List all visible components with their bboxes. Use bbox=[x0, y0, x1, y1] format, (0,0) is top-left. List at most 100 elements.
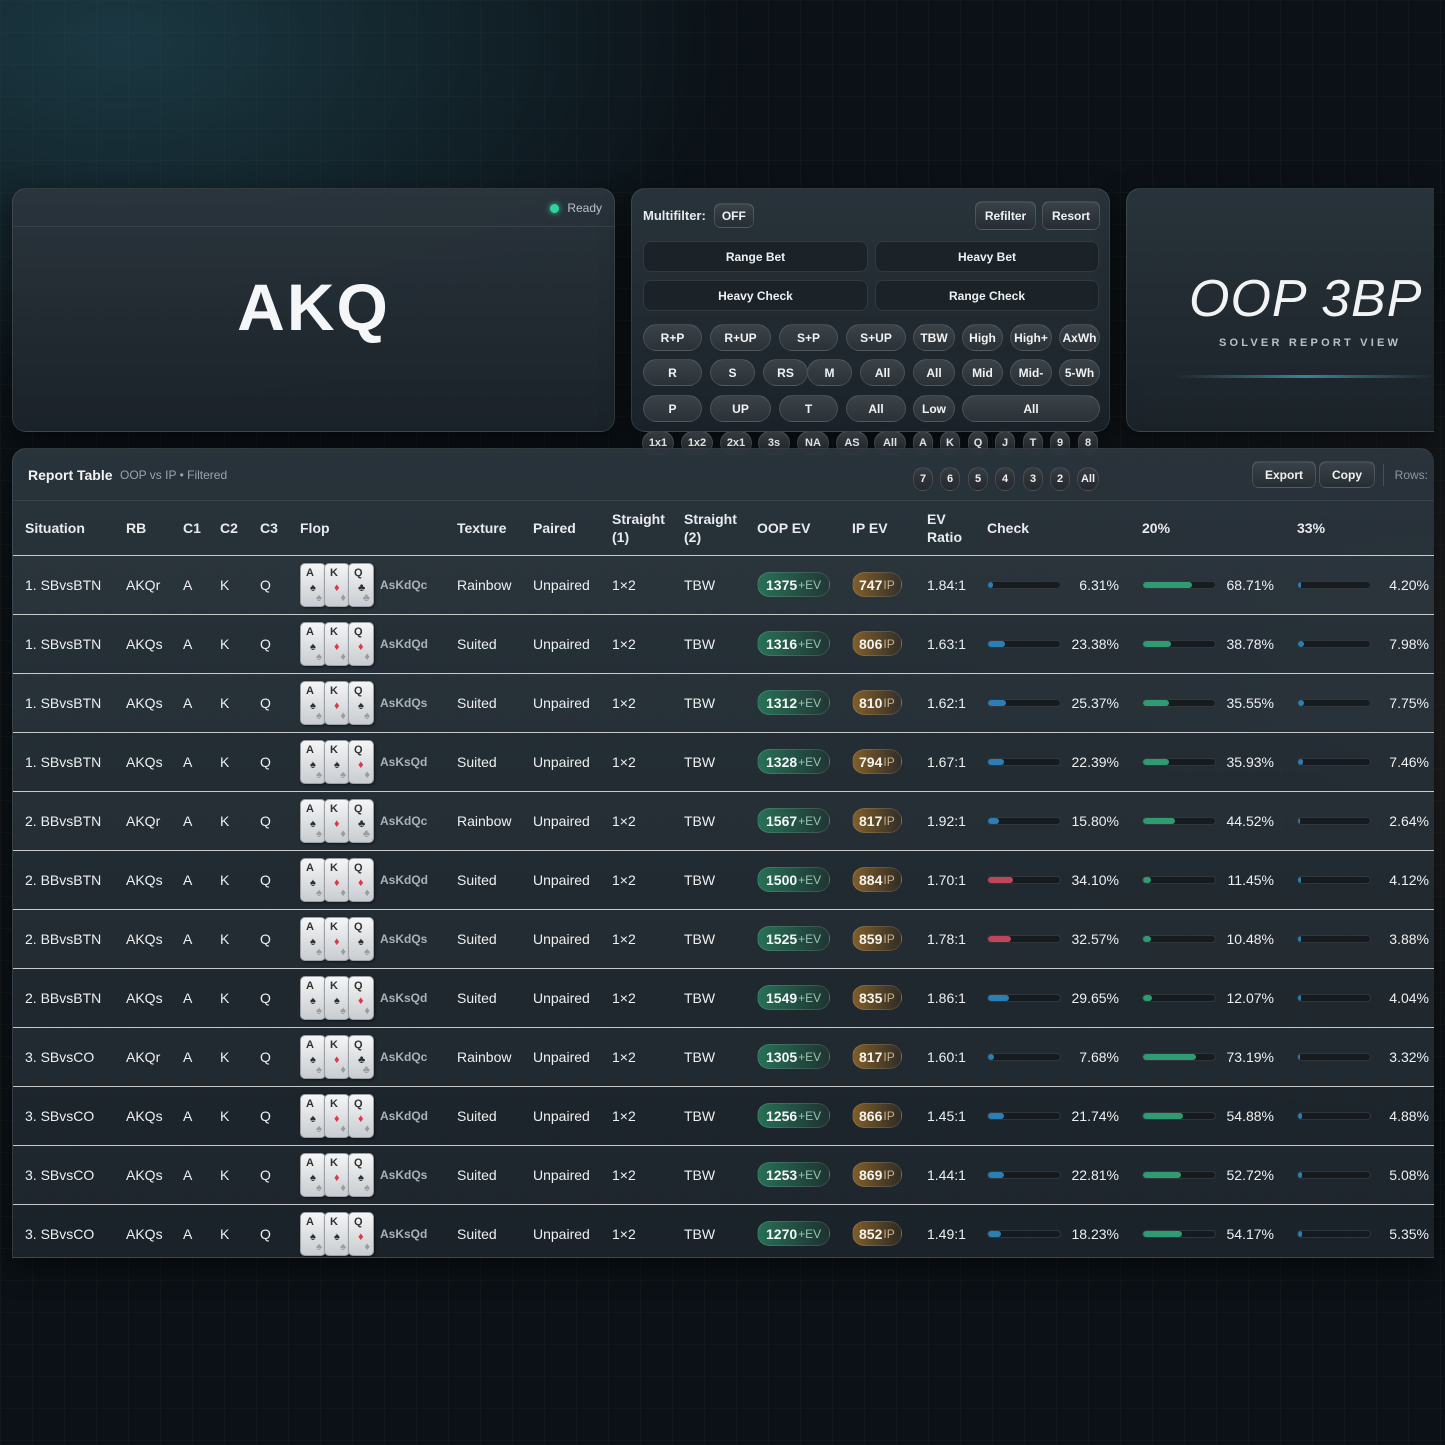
filter-rank-2[interactable]: 2 bbox=[1050, 467, 1070, 491]
filter-mid-minus[interactable]: Mid- bbox=[1010, 359, 1052, 386]
column-header-oop-ev[interactable]: OOP EV bbox=[757, 501, 852, 555]
table-row[interactable]: 1. SBvsBTN AKQs A K Q A ♠ ♠ K ♦ ♦ Q ♦ ♦ AsKdQd Suited Un… bbox=[13, 613, 1434, 673]
filter-high-plus[interactable]: High+ bbox=[1010, 324, 1052, 351]
filter-r-up[interactable]: R+UP bbox=[710, 324, 771, 351]
filter-all-pair[interactable]: All bbox=[846, 395, 906, 422]
filter-t[interactable]: T bbox=[779, 395, 838, 422]
card-corner-icon: ♦ bbox=[340, 709, 346, 722]
cell-situation: 1. SBvsBTN bbox=[13, 554, 126, 614]
cell-paired: Unpaired bbox=[533, 1026, 612, 1086]
bet20-bar bbox=[1142, 640, 1216, 649]
playing-card: K ♦ ♦ bbox=[324, 621, 350, 666]
refilter-button[interactable]: Refilter bbox=[975, 201, 1036, 230]
straight1-text: 1×2 bbox=[612, 1048, 636, 1065]
bet20-value: 68.71% bbox=[1226, 577, 1274, 594]
cell-paired: Unpaired bbox=[533, 967, 612, 1027]
filter-mid[interactable]: Mid bbox=[962, 359, 1003, 386]
c3-text: Q bbox=[260, 930, 271, 947]
ip-ev-suffix: IP bbox=[883, 813, 895, 828]
table-row[interactable]: 1. SBvsBTN AKQs A K Q A ♠ ♠ K ♦ ♦ Q ♠ ♠ AsKdQs Suited Un… bbox=[13, 672, 1434, 732]
ev-ratio-text: 1.92:1 bbox=[927, 812, 966, 829]
filter-p[interactable]: P bbox=[643, 395, 702, 422]
column-header-straight-1[interactable]: Straight (1) bbox=[612, 501, 684, 555]
filter-high[interactable]: High bbox=[962, 324, 1003, 351]
filter-rank-7[interactable]: 7 bbox=[913, 467, 933, 491]
export-button[interactable]: Export bbox=[1252, 461, 1317, 488]
playing-card: A ♠ ♠ bbox=[300, 1152, 326, 1197]
bet33-bar bbox=[1297, 758, 1371, 767]
column-header-check[interactable]: Check bbox=[987, 501, 1142, 555]
table-row[interactable]: 2. BBvsBTN AKQs A K Q A ♠ ♠ K ♠ ♠ Q ♦ ♦ AsKsQd Suited Un… bbox=[13, 967, 1434, 1027]
cell-ip-ev: 806 IP bbox=[852, 613, 927, 673]
range-bet-button[interactable]: Range Bet bbox=[643, 241, 868, 272]
check-bar bbox=[987, 758, 1061, 767]
filter-low[interactable]: Low bbox=[913, 395, 955, 422]
column-header-flop[interactable]: Flop bbox=[300, 501, 457, 555]
table-row[interactable]: 2. BBvsBTN AKQs A K Q A ♠ ♠ K ♦ ♦ Q ♠ ♠ AsKdQs Suited Un… bbox=[13, 908, 1434, 968]
card-corner-icon: ♦ bbox=[364, 650, 370, 663]
filter-rs[interactable]: RS bbox=[763, 359, 808, 386]
table-row[interactable]: 2. BBvsBTN AKQs A K Q A ♠ ♠ K ♦ ♦ Q ♦ ♦ AsKdQd Suited Un… bbox=[13, 849, 1434, 909]
cell-flop: A ♠ ♠ K ♦ ♦ Q ♣ ♣ AsKdQc bbox=[300, 554, 457, 614]
oop-ev-value: 1256 bbox=[766, 1107, 798, 1124]
check-bar bbox=[987, 935, 1061, 944]
check-value: 15.80% bbox=[1071, 813, 1119, 830]
column-header-c2[interactable]: C2 bbox=[220, 501, 260, 555]
column-header-straight-2[interactable]: Straight (2) bbox=[684, 501, 757, 555]
filter-rank-5[interactable]: 5 bbox=[968, 467, 988, 491]
filter-all-suit[interactable]: All bbox=[860, 359, 905, 386]
filter-rank-6[interactable]: 6 bbox=[940, 467, 960, 491]
filter-s-p[interactable]: S+P bbox=[779, 324, 838, 351]
column-header-c3[interactable]: C3 bbox=[260, 501, 300, 555]
oop-ev-badge: 1500 +EV bbox=[757, 867, 831, 892]
card-corner-icon: ♣ bbox=[362, 1063, 370, 1076]
multifilter-toggle[interactable]: OFF bbox=[713, 203, 754, 228]
filter-axwh[interactable]: AxWh bbox=[1059, 324, 1100, 351]
filter-r-p[interactable]: R+P bbox=[643, 324, 702, 351]
column-header-situation[interactable]: Situation bbox=[13, 501, 126, 555]
filter-m[interactable]: M bbox=[807, 359, 852, 386]
table-row[interactable]: 1. SBvsBTN AKQs A K Q A ♠ ♠ K ♠ ♠ Q ♦ ♦ AsKsQd Suited Un… bbox=[13, 731, 1434, 791]
filter-up[interactable]: UP bbox=[710, 395, 771, 422]
table-row[interactable]: 2. BBvsBTN AKQr A K Q A ♠ ♠ K ♦ ♦ Q ♣ ♣ AsKdQc Rainbow U… bbox=[13, 790, 1434, 850]
column-header-rb[interactable]: RB bbox=[126, 501, 183, 555]
column-header-texture[interactable]: Texture bbox=[457, 501, 533, 555]
filter-s[interactable]: S bbox=[710, 359, 755, 386]
table-row[interactable]: 3. SBvsCO AKQs A K Q A ♠ ♠ K ♦ ♦ Q ♦ ♦ AsKdQd Suited Unp… bbox=[13, 1085, 1434, 1145]
table-row[interactable]: 1. SBvsBTN AKQr A K Q A ♠ ♠ K ♦ ♦ Q ♣ ♣ AsKdQc Rainbow U… bbox=[13, 554, 1434, 614]
diamond-icon: ♦ bbox=[358, 1112, 364, 1125]
column-header-20[interactable]: 20% bbox=[1142, 501, 1297, 555]
ip-ev-badge: 835 IP bbox=[852, 985, 902, 1010]
straight2-text: TBW bbox=[684, 871, 716, 888]
cell-oop-ev: 1270 +EV bbox=[757, 1203, 852, 1257]
copy-button[interactable]: Copy bbox=[1319, 461, 1375, 488]
filter-rank-all[interactable]: All bbox=[1077, 467, 1099, 491]
cell-straight-1: 1×2 bbox=[612, 672, 684, 732]
oop-ev-suffix: +EV bbox=[798, 754, 822, 769]
column-header-ev-ratio[interactable]: EV Ratio bbox=[927, 501, 987, 555]
table-row[interactable]: 3. SBvsCO AKQs A K Q A ♠ ♠ K ♦ ♦ Q ♠ ♠ AsKdQs Suited Unp… bbox=[13, 1144, 1434, 1204]
table-row[interactable]: 3. SBvsCO AKQs A K Q A ♠ ♠ K ♠ ♠ Q ♦ ♦ AsKsQd Suited Unp… bbox=[13, 1203, 1434, 1257]
column-header-33[interactable]: 33% bbox=[1297, 501, 1434, 555]
straight2-text: TBW bbox=[684, 1048, 716, 1065]
column-header-c1[interactable]: C1 bbox=[183, 501, 220, 555]
cell-texture: Suited bbox=[457, 967, 533, 1027]
filter-s-up[interactable]: S+UP bbox=[846, 324, 906, 351]
table-row[interactable]: 3. SBvsCO AKQr A K Q A ♠ ♠ K ♦ ♦ Q ♣ ♣ AsKdQc Rainbow Un… bbox=[13, 1026, 1434, 1086]
filter-rank-3[interactable]: 3 bbox=[1023, 467, 1043, 491]
filter-rank-4[interactable]: 4 bbox=[995, 467, 1015, 491]
bet33-bar bbox=[1297, 935, 1371, 944]
filter-r[interactable]: R bbox=[643, 359, 702, 386]
range-check-button[interactable]: Range Check bbox=[875, 280, 1099, 311]
rb-text: AKQs bbox=[126, 930, 163, 947]
filter-5-wh[interactable]: 5-Wh bbox=[1059, 359, 1100, 386]
filter-all-low[interactable]: All bbox=[962, 395, 1100, 422]
heavy-bet-button[interactable]: Heavy Bet bbox=[875, 241, 1099, 272]
column-header-ip-ev[interactable]: IP EV bbox=[852, 501, 927, 555]
column-header-paired[interactable]: Paired bbox=[533, 501, 612, 555]
filter-all-height[interactable]: All bbox=[913, 359, 955, 386]
resort-button[interactable]: Resort bbox=[1042, 201, 1100, 230]
filter-tbw[interactable]: TBW bbox=[913, 324, 955, 351]
cell-bet-20: 68.71% bbox=[1142, 554, 1297, 614]
heavy-check-button[interactable]: Heavy Check bbox=[643, 280, 868, 311]
